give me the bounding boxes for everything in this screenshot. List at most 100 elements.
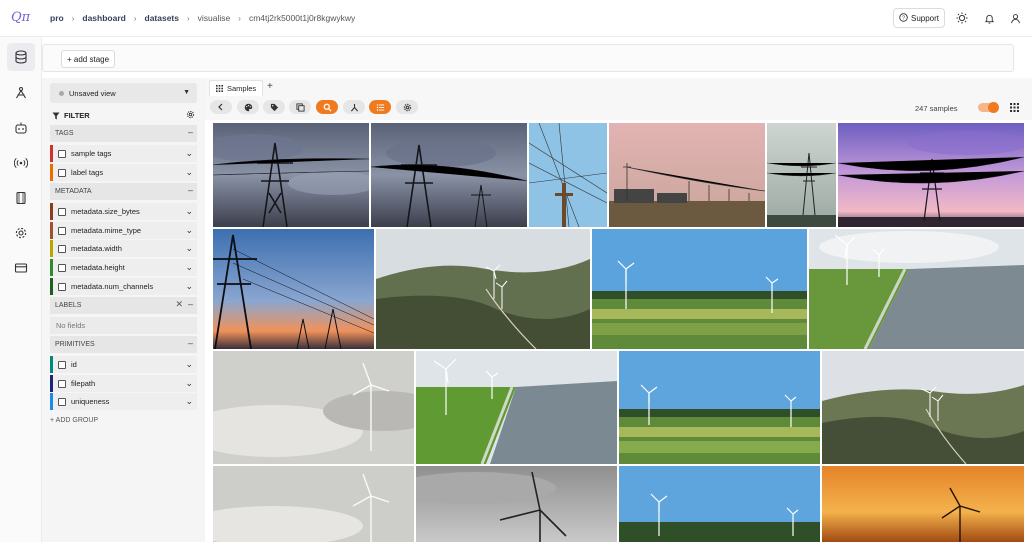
grid-toggle[interactable] — [978, 102, 999, 113]
color-scheme-button[interactable] — [237, 100, 259, 114]
rail-media[interactable] — [7, 184, 35, 212]
sample-gallery — [205, 120, 1032, 542]
back-button[interactable] — [210, 100, 232, 114]
field-label: metadata.num_channels — [71, 282, 154, 291]
field-checkbox[interactable] — [58, 168, 66, 177]
tag-button[interactable] — [263, 100, 285, 114]
field-color-bar — [50, 259, 53, 276]
sample-tile[interactable] — [822, 466, 1024, 542]
field-label: filepath — [71, 379, 96, 388]
chevron-down-icon[interactable]: ⌄ — [185, 148, 193, 159]
rail-billing[interactable] — [7, 254, 35, 282]
field-checkbox[interactable] — [58, 207, 66, 216]
rail-datasets[interactable] — [7, 43, 35, 71]
breadcrumb: pro › dashboard › datasets › visualise ›… — [50, 13, 355, 23]
sample-tile[interactable] — [376, 229, 590, 349]
power-lines-sky-image — [529, 123, 607, 227]
user-icon[interactable] — [1008, 11, 1022, 25]
filter-sidebar: Unsaved view ▼ FILTER TAGS – sample tags… — [42, 78, 205, 542]
chevron-down-icon[interactable]: ⌄ — [185, 206, 193, 217]
field-id[interactable]: id ⌄ — [50, 356, 197, 373]
collapse-icon[interactable]: – — [188, 338, 193, 348]
field-checkbox[interactable] — [58, 226, 66, 235]
close-icon[interactable]: ✕ — [175, 299, 183, 310]
rail-streams[interactable] — [7, 149, 35, 177]
chevron-down-icon[interactable]: ⌄ — [185, 281, 193, 292]
field-checkbox[interactable] — [58, 379, 66, 388]
view-selector[interactable]: Unsaved view ▼ — [50, 83, 197, 103]
app-logo[interactable]: Qπ — [11, 10, 30, 25]
sample-tile[interactable] — [529, 123, 607, 227]
sample-tile[interactable] — [416, 466, 617, 542]
group-header-labels[interactable]: LABELS ✕ – — [50, 297, 197, 314]
sample-tile[interactable] — [213, 229, 374, 349]
chevron-down-icon[interactable]: ⌄ — [185, 359, 193, 370]
chevron-down-icon[interactable]: ⌄ — [185, 262, 193, 273]
field-metadata-width[interactable]: metadata.width ⌄ — [50, 240, 197, 257]
add-stage-button[interactable]: + add stage — [61, 50, 116, 68]
field-metadata-height[interactable]: metadata.height ⌄ — [50, 259, 197, 276]
chevron-down-icon[interactable]: ⌄ — [185, 167, 193, 178]
sample-tile[interactable] — [213, 351, 414, 464]
support-button[interactable]: ? Support — [893, 8, 945, 28]
tab-samples[interactable]: Samples — [209, 80, 264, 96]
field-checkbox[interactable] — [58, 397, 66, 406]
add-tab-button[interactable]: + — [267, 81, 273, 92]
group-header-metadata[interactable]: METADATA – — [50, 183, 197, 200]
similarity-button[interactable] — [343, 100, 365, 114]
field-sample-tags[interactable]: sample tags ⌄ — [50, 145, 197, 162]
breadcrumb-pro[interactable]: pro — [50, 13, 64, 23]
sample-tile[interactable] — [592, 229, 807, 349]
field-label-tags[interactable]: label tags ⌄ — [50, 164, 197, 181]
sample-tile[interactable] — [619, 351, 820, 464]
add-group-button[interactable]: + ADD GROUP — [50, 417, 98, 424]
chevron-down-icon[interactable]: ⌄ — [185, 225, 193, 236]
collapse-icon[interactable]: – — [188, 127, 193, 137]
wind-turbines-meadow-image — [619, 466, 820, 542]
collapse-icon[interactable]: – — [188, 185, 193, 195]
grid-layout-icon[interactable] — [1010, 103, 1019, 114]
field-uniqueness[interactable]: uniqueness ⌄ — [50, 393, 197, 410]
sample-tile[interactable] — [416, 351, 617, 464]
chevron-down-icon[interactable]: ⌄ — [185, 378, 193, 389]
breadcrumb-visualise[interactable]: visualise — [198, 13, 231, 23]
toolbar-settings-button[interactable] — [396, 100, 418, 114]
field-metadata-num-channels[interactable]: metadata.num_channels ⌄ — [50, 278, 197, 295]
sample-tile[interactable] — [822, 351, 1024, 464]
sample-tile[interactable] — [213, 466, 414, 542]
breadcrumb-datasets[interactable]: datasets — [145, 13, 180, 23]
patches-button[interactable] — [289, 100, 311, 114]
sample-tile[interactable] — [767, 123, 836, 227]
breadcrumb-dashboard[interactable]: dashboard — [82, 13, 125, 23]
field-checkbox[interactable] — [58, 282, 66, 291]
filter-settings-icon[interactable] — [186, 110, 195, 121]
sample-tile[interactable] — [809, 229, 1024, 349]
sample-tile[interactable] — [213, 123, 369, 227]
chevron-down-icon[interactable]: ⌄ — [185, 243, 193, 254]
pylon-storm-image — [213, 123, 369, 227]
field-filepath[interactable]: filepath ⌄ — [50, 375, 197, 392]
field-metadata-mime-type[interactable]: metadata.mime_type ⌄ — [50, 222, 197, 239]
sample-tile[interactable] — [609, 123, 765, 227]
bell-icon[interactable] — [982, 11, 996, 25]
sample-tile[interactable] — [371, 123, 527, 227]
rail-settings[interactable] — [7, 219, 35, 247]
collapse-icon[interactable]: – — [188, 299, 193, 309]
group-header-primitives[interactable]: PRIMITIVES – — [50, 336, 197, 353]
field-color-bar — [50, 393, 53, 410]
chevron-down-icon[interactable]: ⌄ — [185, 396, 193, 407]
rail-models[interactable] — [7, 114, 35, 142]
list-view-button[interactable] — [369, 100, 391, 114]
field-checkbox[interactable] — [58, 360, 66, 369]
field-checkbox[interactable] — [58, 263, 66, 272]
field-metadata-size-bytes[interactable]: metadata.size_bytes ⌄ — [50, 203, 197, 220]
rail-annotate[interactable] — [7, 79, 35, 107]
field-checkbox[interactable] — [58, 244, 66, 253]
sample-tile[interactable] — [619, 466, 820, 542]
sample-tile[interactable] — [838, 123, 1024, 227]
search-button[interactable] — [316, 100, 338, 114]
field-label: id — [71, 360, 77, 369]
field-checkbox[interactable] — [58, 149, 66, 158]
theme-sun-icon[interactable] — [955, 11, 969, 25]
group-header-tags[interactable]: TAGS – — [50, 125, 197, 142]
